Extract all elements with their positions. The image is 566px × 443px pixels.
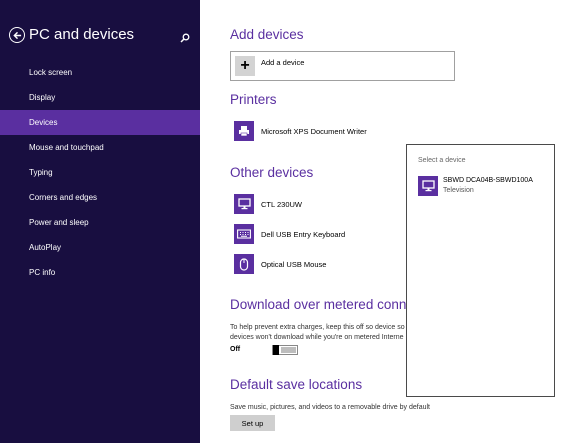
page-title: PC and devices — [29, 26, 135, 43]
printer-icon — [234, 121, 254, 141]
toggle-thumb — [273, 345, 279, 355]
sidebar-item-corners-and-edges[interactable]: Corners and edges — [0, 185, 200, 210]
sidebar-nav: Lock screen Display Devices Mouse and to… — [0, 60, 200, 285]
monitor-icon — [418, 176, 438, 196]
toggle-track — [281, 347, 296, 353]
keyboard-icon — [234, 224, 254, 244]
mouse-icon — [234, 254, 254, 274]
save-locations-description: Save music, pictures, and videos to a re… — [230, 404, 430, 411]
sidebar-item-autoplay[interactable]: AutoPlay — [0, 235, 200, 260]
device-item-keyboard[interactable]: Dell USB Entry Keyboard — [234, 224, 345, 244]
device-item-ctl[interactable]: CTL 230UW — [234, 194, 302, 214]
plus-icon: + — [235, 56, 255, 76]
metered-heading: Download over metered conne — [230, 297, 414, 312]
search-icon[interactable] — [180, 30, 190, 43]
add-device-label: Add a device — [261, 58, 305, 67]
back-arrow-icon[interactable] — [9, 27, 25, 43]
printer-item[interactable]: Microsoft XPS Document Writer — [234, 121, 367, 141]
popup-device-name: SBWD DCA04B-SBWD100A — [443, 177, 533, 184]
toggle-state-label: Off — [230, 346, 241, 353]
sidebar-item-pc-info[interactable]: PC info — [0, 260, 200, 285]
device-label: Dell USB Entry Keyboard — [261, 229, 346, 239]
device-label: Optical USB Mouse — [261, 259, 327, 269]
sidebar-item-lock-screen[interactable]: Lock screen — [0, 60, 200, 85]
sidebar-item-devices[interactable]: Devices — [0, 110, 200, 135]
printers-heading: Printers — [230, 92, 277, 107]
sidebar-item-mouse-and-touchpad[interactable]: Mouse and touchpad — [0, 135, 200, 160]
device-item-mouse[interactable]: Optical USB Mouse — [234, 254, 326, 274]
metered-toggle[interactable] — [272, 345, 298, 355]
select-device-popup: Select a device SBWD DCA04B-SBWD100A Tel… — [406, 144, 555, 397]
metered-description-line2: devices won't download while you're on m… — [230, 334, 404, 341]
add-device-button[interactable]: + Add a device — [230, 51, 455, 81]
device-label: CTL 230UW — [261, 199, 302, 209]
sidebar-item-display[interactable]: Display — [0, 85, 200, 110]
sidebar-item-typing[interactable]: Typing — [0, 160, 200, 185]
other-devices-heading: Other devices — [230, 165, 314, 180]
sidebar-item-power-and-sleep[interactable]: Power and sleep — [0, 210, 200, 235]
sidebar: PC and devices Lock screen Display Devic… — [0, 0, 200, 443]
popup-title: Select a device — [418, 157, 466, 164]
popup-device-type: Television — [443, 187, 474, 194]
popup-device-item[interactable]: SBWD DCA04B-SBWD100A Television — [418, 176, 548, 196]
setup-button[interactable]: Set up — [230, 415, 275, 431]
save-locations-heading: Default save locations — [230, 377, 363, 392]
printer-label: Microsoft XPS Document Writer — [261, 126, 367, 136]
metered-description-line1: To help prevent extra charges, keep this… — [230, 324, 405, 331]
monitor-icon — [234, 194, 254, 214]
add-devices-heading: Add devices — [230, 27, 304, 42]
